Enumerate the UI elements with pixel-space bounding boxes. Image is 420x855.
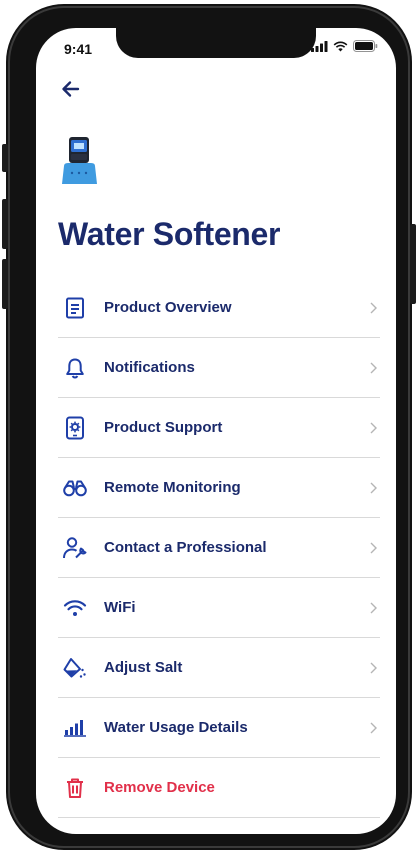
water-softener-image [58, 136, 102, 186]
salt-pour-icon [62, 655, 88, 681]
menu-item-adjust-salt[interactable]: Adjust Salt [58, 638, 380, 698]
chevron-right-icon [370, 602, 377, 613]
battery-icon [353, 40, 378, 52]
gear-phone-icon [62, 415, 88, 441]
device-menu: Product Overview Notifications Product S… [58, 278, 380, 818]
chevron-right-icon [370, 542, 377, 553]
wifi-status-icon [333, 41, 348, 51]
menu-item-label: Notifications [104, 359, 195, 376]
signal-icon [311, 40, 328, 52]
menu-item-notifications[interactable]: Notifications [58, 338, 380, 398]
bell-icon [62, 355, 88, 381]
bar-chart-icon [62, 715, 88, 741]
back-button[interactable] [58, 76, 84, 102]
menu-item-product-overview[interactable]: Product Overview [58, 278, 380, 338]
status-time: 9:41 [64, 41, 93, 57]
chevron-right-icon [370, 362, 377, 373]
chevron-right-icon [370, 662, 377, 673]
menu-item-contact-professional[interactable]: Contact a Professional [58, 518, 380, 578]
phone-side-button [2, 199, 8, 249]
menu-item-label: Remote Monitoring [104, 479, 241, 496]
phone-side-button [2, 144, 8, 172]
trash-icon [62, 775, 88, 801]
document-icon [62, 295, 88, 321]
page-title: Water Softener [58, 216, 281, 252]
phone-frame: 9:41 Water Softener Product Overview Not… [2, 4, 416, 850]
menu-item-label: WiFi [104, 599, 136, 616]
phone-side-button [2, 259, 8, 309]
phone-side-button [410, 224, 416, 304]
chevron-right-icon [370, 422, 377, 433]
back-arrow-icon [62, 81, 80, 97]
chevron-right-icon [370, 722, 377, 733]
menu-item-label: Remove Device [104, 779, 215, 796]
status-icons [311, 40, 378, 52]
menu-item-product-support[interactable]: Product Support [58, 398, 380, 458]
menu-item-wifi[interactable]: WiFi [58, 578, 380, 638]
menu-item-label: Product Support [104, 419, 223, 436]
menu-item-label: Water Usage Details [104, 719, 248, 736]
menu-item-label: Product Overview [104, 299, 232, 316]
wifi-icon [62, 595, 88, 621]
menu-item-remove-device[interactable]: Remove Device [58, 758, 380, 818]
plumber-icon [62, 535, 88, 561]
binoculars-icon [62, 475, 88, 501]
chevron-right-icon [370, 482, 377, 493]
chevron-right-icon [370, 302, 377, 313]
menu-item-label: Adjust Salt [104, 659, 183, 676]
menu-item-label: Contact a Professional [104, 539, 267, 556]
notch [116, 28, 316, 58]
menu-item-remote-monitoring[interactable]: Remote Monitoring [58, 458, 380, 518]
menu-item-water-usage[interactable]: Water Usage Details [58, 698, 380, 758]
screen: 9:41 Water Softener Product Overview Not… [36, 28, 396, 834]
